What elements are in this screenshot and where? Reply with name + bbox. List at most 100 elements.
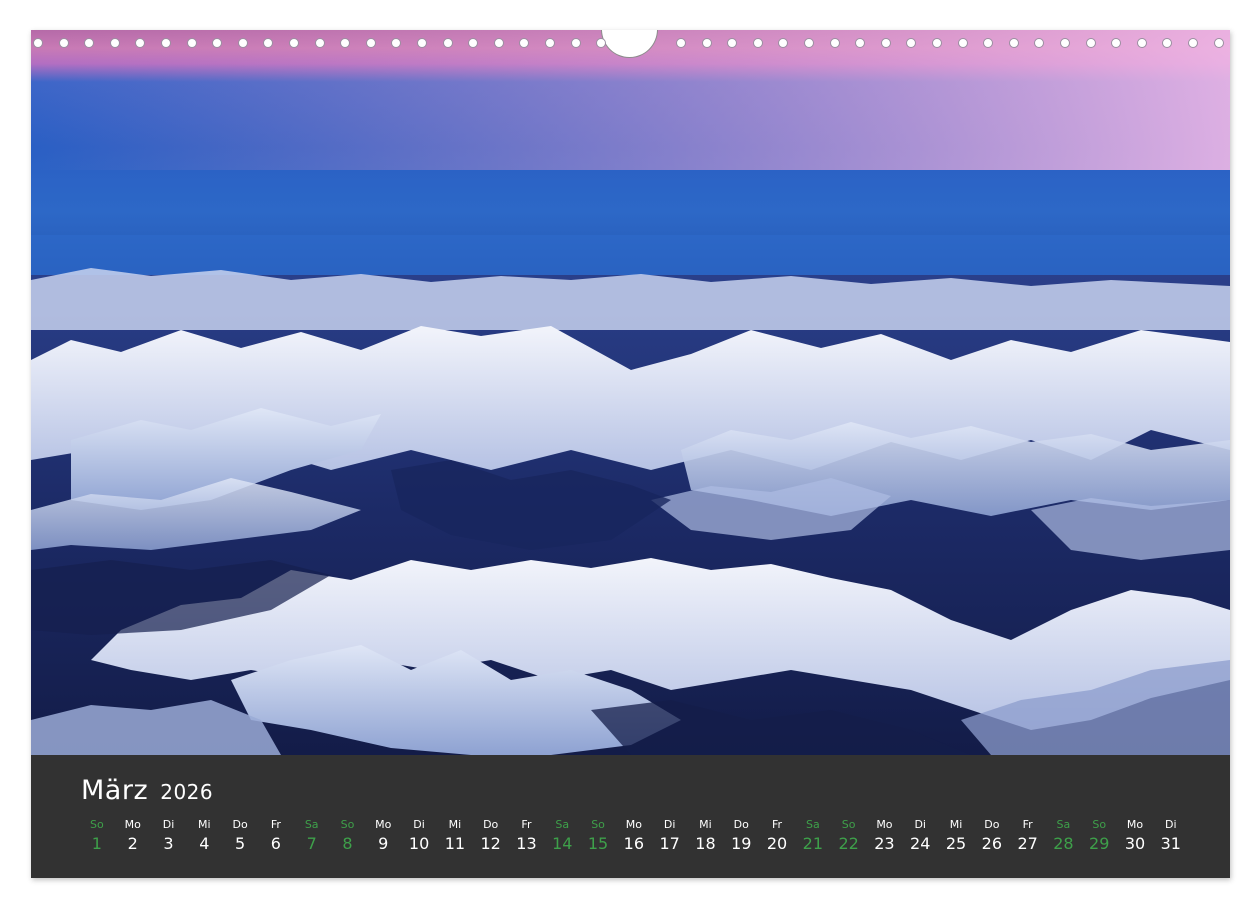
day-column: Fr 27 <box>1010 817 1046 855</box>
binding-hole <box>340 38 351 48</box>
day-number: 9 <box>378 834 389 853</box>
weekday-label: Mo <box>375 818 392 831</box>
day-column: Fr 6 <box>258 817 294 855</box>
binding-hole <box>829 38 840 48</box>
day-number: 30 <box>1124 834 1146 853</box>
binding-hole <box>1162 38 1173 48</box>
calendar-band: März 2026 So 1 Mo 2 Di 3 Mi 4 Do 5 Fr 6 Sa 7 So 8 Mo 9 Di 1… <box>31 755 1230 878</box>
day-column: Mo 2 <box>115 817 151 855</box>
day-number: 19 <box>731 834 752 853</box>
weekday-label: Fr <box>1022 818 1033 831</box>
binding-hole <box>58 38 69 48</box>
day-column: Sa 21 <box>795 817 831 855</box>
binding-hole <box>778 38 789 48</box>
day-column: Do 5 <box>222 817 258 855</box>
day-column: Mi 25 <box>938 817 974 855</box>
binding-hole <box>493 38 504 48</box>
binding-hole <box>84 38 95 48</box>
day-column: Di 3 <box>151 817 187 855</box>
day-strip: So 1 Mo 2 Di 3 Mi 4 Do 5 Fr 6 Sa 7 So 8 Mo 9 Di 10 Mi 11 Do 12 F… <box>79 817 1189 855</box>
weekday-label: Do <box>232 818 248 831</box>
day-number: 26 <box>981 834 1002 853</box>
day-column: Fr 13 <box>509 817 545 855</box>
day-number: 15 <box>587 834 609 853</box>
binding-hole <box>186 38 197 48</box>
binding-hole <box>1008 38 1019 48</box>
year-label: 2026 <box>160 780 214 804</box>
day-column: Mo 9 <box>365 817 401 855</box>
calendar-page: März 2026 So 1 Mo 2 Di 3 Mi 4 Do 5 Fr 6 Sa 7 So 8 Mo 9 Di 1… <box>31 30 1230 878</box>
day-column: Mi 18 <box>688 817 724 855</box>
binding-hole <box>752 38 763 48</box>
binding-hole <box>932 38 942 48</box>
binding-hole <box>701 38 712 48</box>
day-column: Sa 14 <box>544 817 580 855</box>
binding-hole <box>727 38 738 48</box>
day-number: 3 <box>163 834 174 853</box>
day-column: Mi 11 <box>437 817 473 855</box>
day-column: Di 24 <box>902 817 938 855</box>
day-column: Mi 4 <box>186 817 222 855</box>
day-number: 29 <box>1089 834 1110 853</box>
day-column: Sa 7 <box>294 817 330 855</box>
month-title: März 2026 <box>81 775 213 806</box>
day-column: So 22 <box>831 817 867 855</box>
binding-hole <box>263 38 274 48</box>
binding-hole <box>365 38 376 48</box>
day-number: 2 <box>127 834 138 853</box>
binding-hole <box>1060 38 1070 48</box>
binding-hole <box>545 38 555 48</box>
binding-hole <box>855 38 866 48</box>
weekday-label: Fr <box>772 818 783 831</box>
day-column: So 15 <box>580 817 616 855</box>
binding-hole <box>1111 38 1122 48</box>
day-number: 6 <box>270 834 281 853</box>
weekday-label: Fr <box>270 818 281 831</box>
day-number: 22 <box>838 834 859 853</box>
binding-hole <box>1188 38 1198 48</box>
day-number: 11 <box>444 834 466 853</box>
day-column: Di 10 <box>401 817 437 855</box>
day-number: 1 <box>91 834 102 853</box>
month-name: März <box>81 775 149 806</box>
weekday-label: Di <box>413 818 425 831</box>
day-number: 23 <box>874 834 895 853</box>
binding-hole <box>237 38 248 48</box>
day-number: 10 <box>408 834 430 853</box>
day-number: 8 <box>342 834 353 853</box>
binding-hole <box>314 38 325 48</box>
binding-hole <box>596 38 607 48</box>
binding-hole <box>906 38 917 48</box>
day-column: Mo 23 <box>867 817 903 855</box>
weekday-label: So <box>1092 818 1107 831</box>
weekday-label: Sa <box>304 818 319 831</box>
day-column: Fr 20 <box>759 817 795 855</box>
binding-hole <box>417 38 427 48</box>
hanger-cutout <box>601 30 658 58</box>
day-column: Do 19 <box>723 817 759 855</box>
binding-hole <box>391 38 402 48</box>
weekday-label: Mo <box>625 818 642 831</box>
binding-hole <box>212 38 223 48</box>
day-number: 20 <box>766 834 788 853</box>
day-number: 24 <box>910 834 931 853</box>
weekday-label: Mo <box>124 818 141 831</box>
binding-hole <box>804 38 814 48</box>
binding-hole <box>135 38 146 48</box>
day-column: So 8 <box>330 817 366 855</box>
day-number: 18 <box>695 834 716 853</box>
day-column: Mo 16 <box>616 817 652 855</box>
day-number: 17 <box>659 834 680 853</box>
day-column: Do 26 <box>974 817 1010 855</box>
binding-hole <box>676 38 686 48</box>
weekday-label: Fr <box>521 818 532 831</box>
binding-hole <box>519 38 530 48</box>
weekday-label: Do <box>733 818 749 831</box>
weekday-label: Mi <box>448 818 462 831</box>
weekday-label: Do <box>984 818 1000 831</box>
binding-hole <box>983 38 994 48</box>
weekday-label: Sa <box>555 818 570 831</box>
binding-hole <box>1034 38 1045 48</box>
binding-hole <box>289 38 299 48</box>
day-column: So 1 <box>79 817 115 855</box>
